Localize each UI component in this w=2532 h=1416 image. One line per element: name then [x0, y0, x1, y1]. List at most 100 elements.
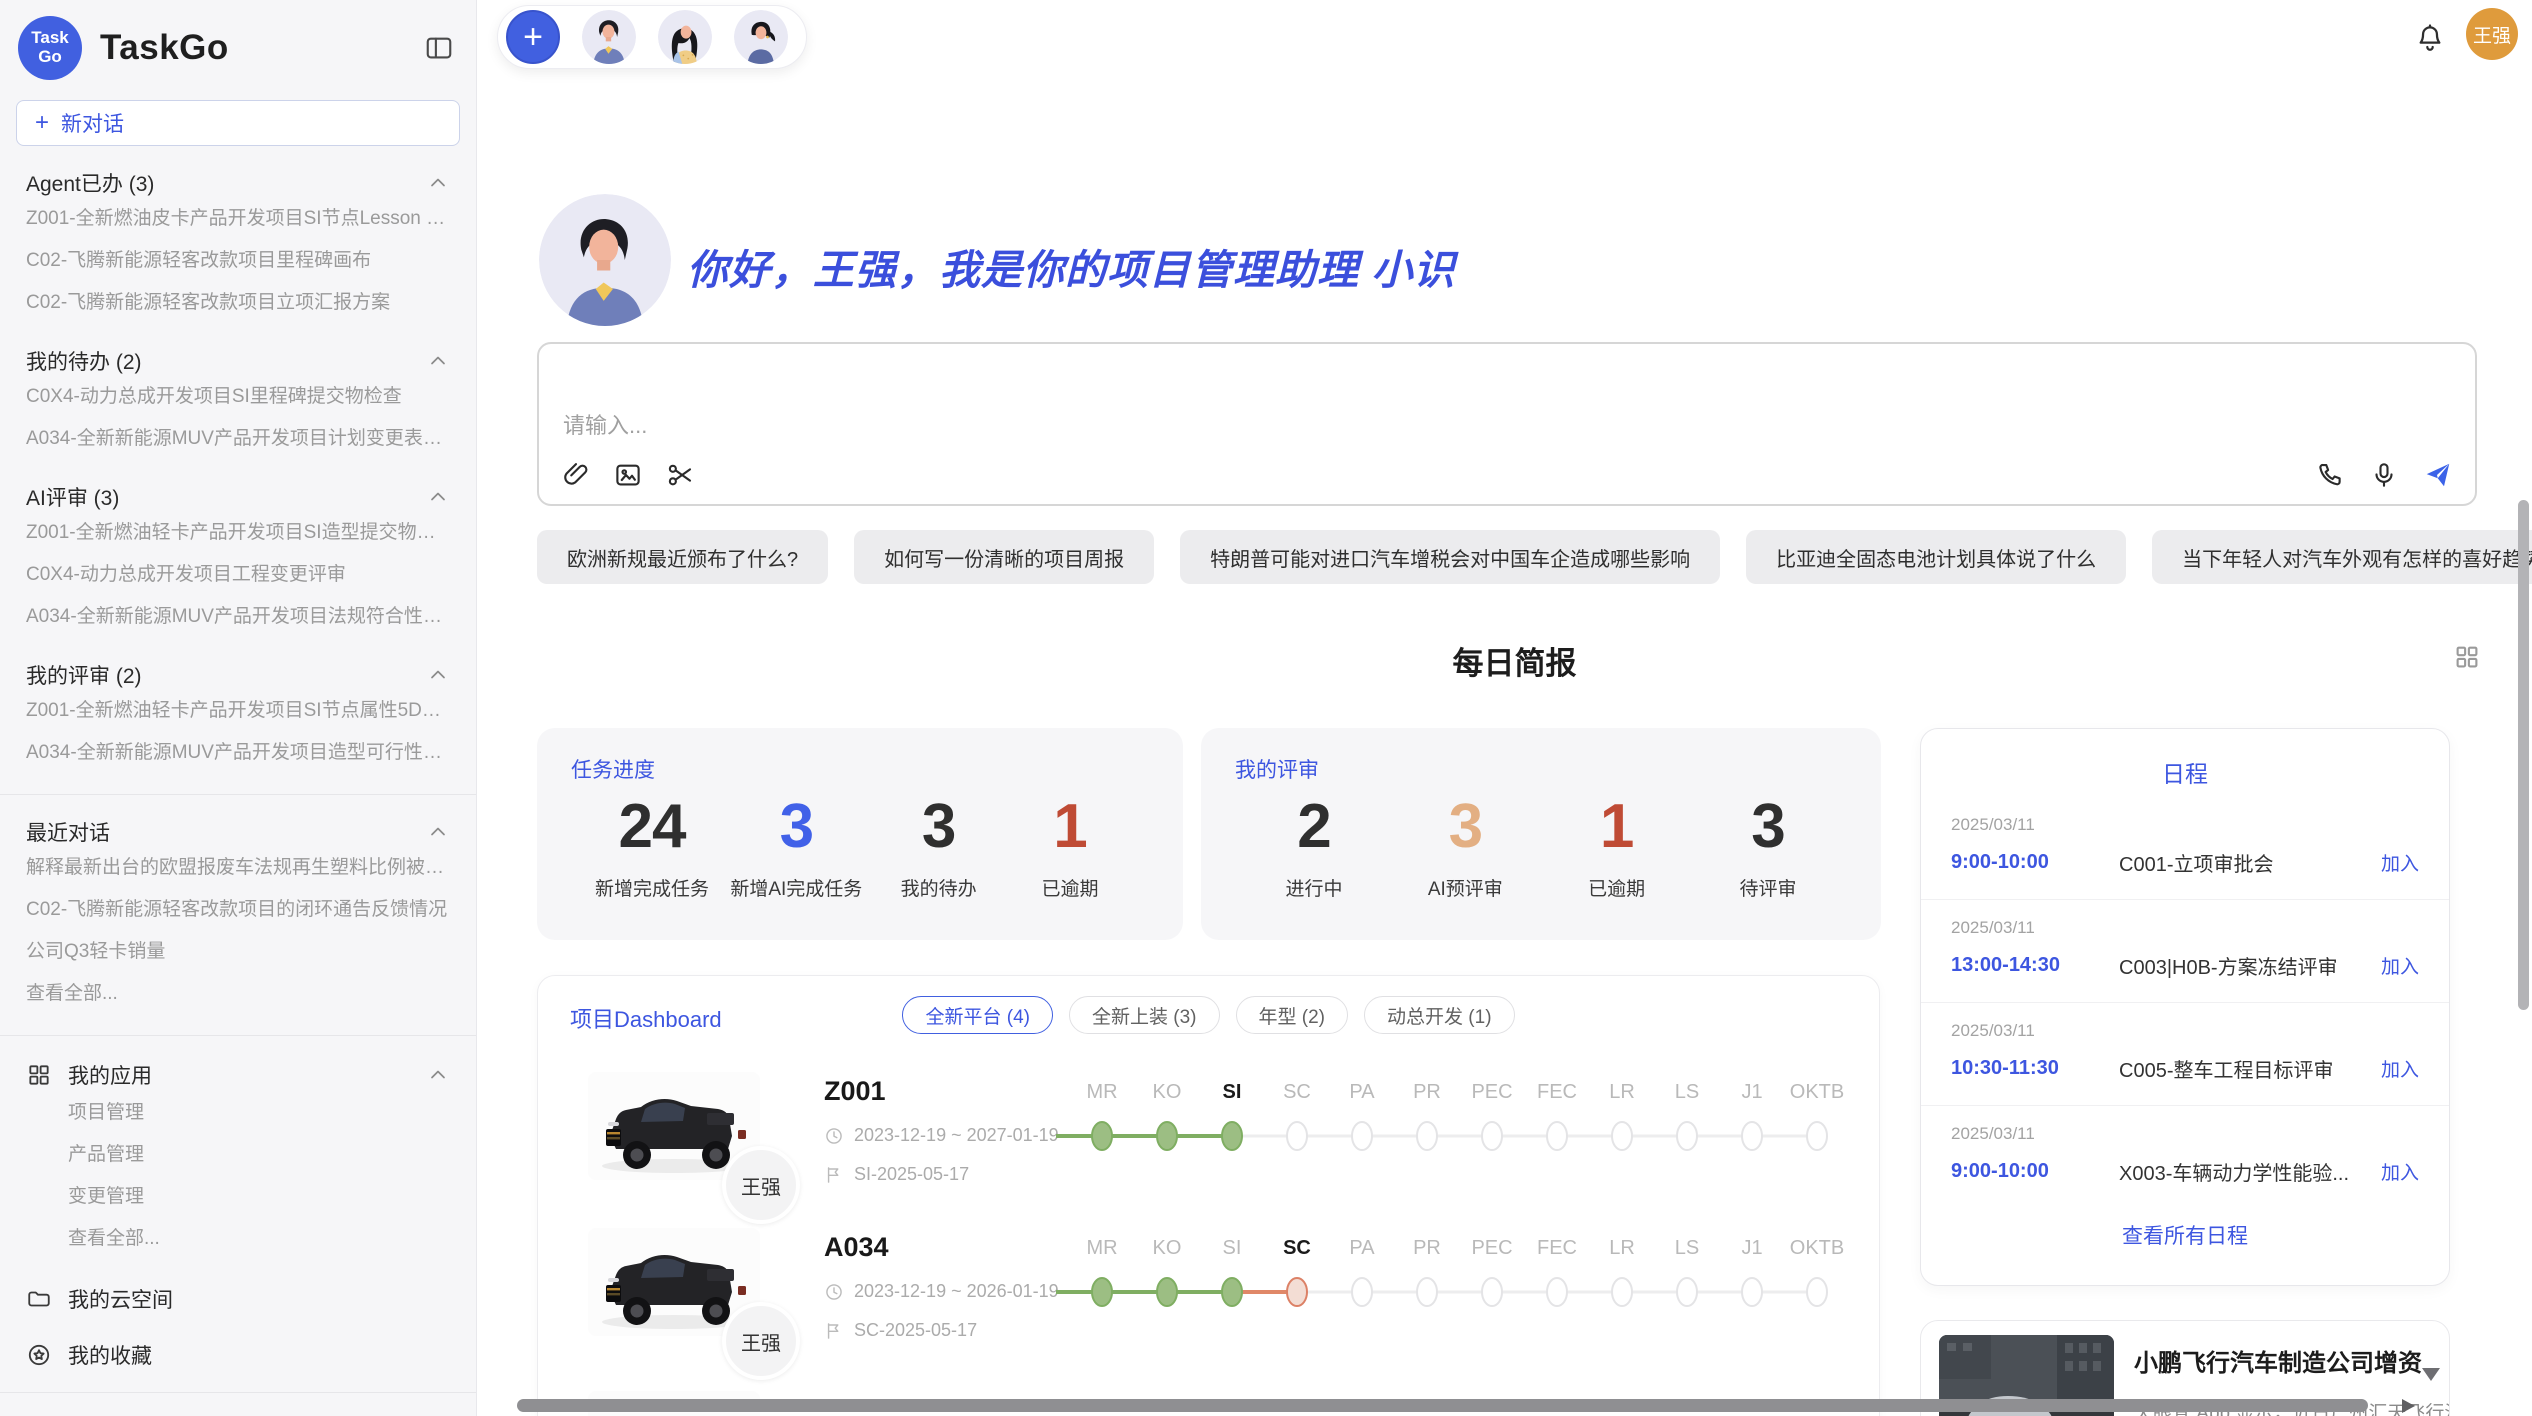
sidebar-item-my-apps[interactable]: 我的应用 [26, 1058, 450, 1092]
recent-conversation-item[interactable]: 解释最新出台的欧盟报废车法规再生塑料比例被调至15%... [26, 847, 450, 889]
section-header: 最近对话 [26, 817, 450, 847]
app-logo: Task Go [18, 16, 82, 80]
section-title: Agent已办 (3) [26, 168, 154, 198]
scroll-right-arrow[interactable] [2402, 1399, 2415, 1413]
star-icon [26, 1342, 52, 1368]
stat-label: 进行中 [1259, 874, 1369, 901]
clock-icon [824, 1126, 844, 1146]
horizontal-scrollbar[interactable] [517, 1399, 2368, 1412]
app-subitem[interactable]: 产品管理 [68, 1134, 450, 1176]
dashboard-filter-chip[interactable]: 年型 (2) [1236, 996, 1349, 1034]
sidebar-item[interactable]: A034-全新新能源MUV产品开发项目造型可行性评审 [26, 732, 450, 774]
app-title: TaskGo [100, 28, 229, 68]
suggestion-chip[interactable]: 欧洲新规最近颁布了什么? [537, 530, 828, 584]
dashboard-header: 项目Dashboard 全新平台 (4)全新上装 (3)年型 (2)动总开发 (… [538, 976, 1879, 1048]
project-row[interactable]: 王强Z0012023-12-19 ~ 2027-01-19SI-2025-05-… [588, 1072, 1857, 1185]
schedule-event: 2025/03/119:00-10:00X003-车辆动力学性能验...加入 [1921, 1106, 2449, 1208]
recent-conversation-item[interactable]: C02-飞腾新能源轻客改款项目的闭环通告反馈情况 [26, 889, 450, 931]
app-subitem[interactable]: 变更管理 [68, 1176, 450, 1218]
suggestion-chip[interactable]: 如何写一份清晰的项目周报 [854, 530, 1154, 584]
phone-icon[interactable] [2315, 460, 2345, 490]
event-name: X003-车辆动力学性能验... [2119, 1157, 2369, 1186]
svg-text:LR: LR [1609, 1237, 1635, 1259]
plus-icon: + [35, 111, 49, 135]
stat-label: 我的待办 [884, 874, 994, 901]
chevron-up-icon[interactable] [426, 820, 450, 844]
sidebar-item[interactable]: Z001-全新燃油轻卡产品开发项目SI节点属性5D文件评审 [26, 690, 450, 732]
event-time: 10:30-11:30 [1951, 1057, 2119, 1080]
apps-grid-icon [26, 1062, 52, 1088]
chevron-up-icon[interactable] [426, 663, 450, 687]
greeting-text: 你好，王强，我是你的项目管理助理 小识 [687, 236, 1455, 296]
recent-conversation-item[interactable]: 查看全部... [26, 973, 450, 1015]
chevron-up-icon[interactable] [426, 171, 450, 195]
schedule-event: 2025/03/1110:30-11:30C005-整车工程目标评审加入 [1921, 1003, 2449, 1106]
project-dashboard-card: 项目Dashboard 全新平台 (4)全新上装 (3)年型 (2)动总开发 (… [537, 975, 1880, 1416]
join-link[interactable]: 加入 [2381, 952, 2419, 979]
scissors-icon[interactable] [665, 460, 695, 490]
chat-input[interactable]: 请输入... [537, 342, 2477, 506]
stat-label: 新增AI完成任务 [730, 874, 862, 901]
event-date: 2025/03/11 [1951, 815, 2419, 835]
sidebar-item[interactable]: A034-全新新能源MUV产品开发项目计划变更表编写 [26, 418, 450, 460]
dashboard-filter-chip[interactable]: 动总开发 (1) [1364, 996, 1515, 1034]
image-icon[interactable] [613, 460, 643, 490]
view-all-schedule-link[interactable]: 查看所有日程 [1921, 1220, 2449, 1250]
clock-icon [824, 1282, 844, 1302]
svg-text:J1: J1 [1741, 1237, 1762, 1259]
suggestion-chip[interactable]: 比亚迪全固态电池计划具体说了什么 [1746, 530, 2126, 584]
join-link[interactable]: 加入 [2381, 1158, 2419, 1185]
sidebar-item[interactable]: Z001-全新燃油轻卡产品开发项目SI造型提交物评审 [26, 512, 450, 554]
app-window: Task Go TaskGo + 新对话 Agent已办 (3)Z001-全新燃… [0, 0, 2532, 1416]
app-subitem[interactable]: 项目管理 [68, 1092, 450, 1134]
notification-bell-icon[interactable] [2414, 22, 2446, 54]
chevron-up-icon[interactable] [426, 1063, 450, 1087]
chevron-up-icon[interactable] [426, 485, 450, 509]
suggestion-chip[interactable]: 当下年轻人对汽车外观有怎样的喜好趋势 [2152, 530, 2532, 584]
mic-icon[interactable] [2369, 460, 2399, 490]
new-chat-button[interactable]: + 新对话 [16, 100, 460, 146]
svg-text:PR: PR [1413, 1081, 1441, 1103]
svg-text:FEC: FEC [1537, 1237, 1577, 1259]
sidebar-item[interactable]: C0X4-动力总成开发项目工程变更评审 [26, 554, 450, 596]
dashboard-filter-chip[interactable]: 全新平台 (4) [902, 996, 1053, 1034]
vertical-scrollbar[interactable] [2518, 500, 2529, 1010]
stat-item: 1已逾期 [1015, 788, 1125, 901]
add-agent-button[interactable]: + [506, 10, 560, 64]
layout-grid-icon[interactable] [2452, 642, 2482, 672]
sidebar-item-cloud-space[interactable]: 我的云空间 [26, 1282, 450, 1316]
agent-avatar-1[interactable] [582, 10, 636, 64]
chevron-up-icon[interactable] [426, 349, 450, 373]
section-header: AI评审 (3) [26, 482, 450, 512]
project-date-range: 2023-12-19 ~ 2027-01-19 [854, 1125, 1059, 1146]
sidebar-item-favorites[interactable]: 我的收藏 [26, 1338, 450, 1372]
event-name: C005-整车工程目标评审 [2119, 1054, 2369, 1083]
dashboard-filter-chip[interactable]: 全新上装 (3) [1069, 996, 1220, 1034]
app-subitem[interactable]: 查看全部... [68, 1218, 450, 1260]
sidebar-item[interactable]: C02-飞腾新能源轻客改款项目立项汇报方案 [26, 282, 450, 324]
schedule-event: 2025/03/1113:00-14:30C003|H0B-方案冻结评审加入 [1921, 900, 2449, 1003]
sidebar-item[interactable]: C0X4-动力总成开发项目SI里程碑提交物检查 [26, 376, 450, 418]
scroll-down-arrow[interactable] [2422, 1368, 2440, 1381]
agent-avatar-2[interactable] [658, 10, 712, 64]
svg-text:SI: SI [1223, 1081, 1242, 1103]
join-link[interactable]: 加入 [2381, 1055, 2419, 1082]
suggestion-chip[interactable]: 特朗普可能对进口汽车增税会对中国车企造成哪些影响 [1180, 530, 1720, 584]
briefing-cards: 任务进度24新增完成任务3新增AI完成任务3我的待办1已逾期我的评审2进行中3A… [537, 728, 1881, 940]
user-avatar[interactable]: 王强 [2466, 8, 2518, 60]
project-row[interactable]: 王强A0342023-12-19 ~ 2026-01-19SC-2025-05-… [588, 1228, 1857, 1341]
stat-item: 3待评审 [1713, 788, 1823, 901]
schedule-list: 2025/03/119:00-10:00C001-立项审批会加入2025/03/… [1921, 797, 2449, 1208]
stat-item: 3新增AI完成任务 [730, 788, 862, 901]
send-icon[interactable] [2423, 460, 2453, 490]
my-apps-label: 我的应用 [68, 1060, 152, 1090]
join-link[interactable]: 加入 [2381, 849, 2419, 876]
sidebar-item[interactable]: A034-全新新能源MUV产品开发项目法规符合性评审 [26, 596, 450, 638]
recent-conversation-item[interactable]: 公司Q3轻卡销量 [26, 931, 450, 973]
sidebar-item[interactable]: Z001-全新燃油皮卡产品开发项目SI节点Lesson Learn报告 [26, 198, 450, 240]
project-thumbnail: 王强 [588, 1228, 760, 1336]
sidebar-item[interactable]: C02-飞腾新能源轻客改款项目里程碑画布 [26, 240, 450, 282]
agent-avatar-3[interactable] [734, 10, 788, 64]
paperclip-icon[interactable] [561, 460, 591, 490]
sidebar-collapse-icon[interactable] [424, 33, 454, 63]
